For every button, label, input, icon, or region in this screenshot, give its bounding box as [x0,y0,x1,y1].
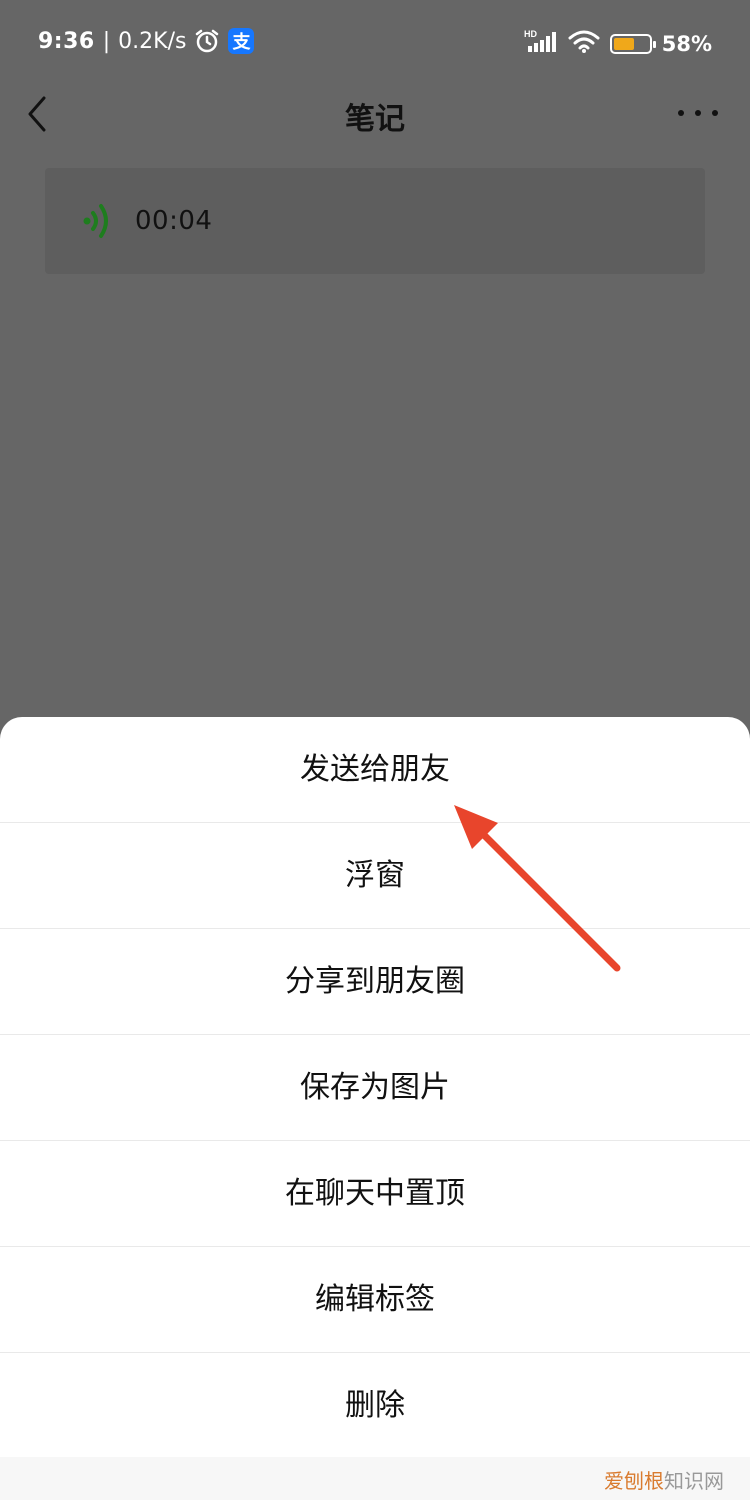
status-right: HD 58% [524,28,712,60]
voice-note-card[interactable]: 00:04 [45,168,705,274]
sheet-item-share-moments[interactable]: 分享到朋友圈 [0,929,750,1035]
action-sheet: 发送给朋友 浮窗 分享到朋友圈 保存为图片 在聊天中置顶 编辑标签 删除 [0,717,750,1500]
wifi-icon [568,28,600,60]
battery-percent: 58% [661,32,712,56]
more-dot [695,110,701,116]
network-speed: 0.2K/s [118,28,187,54]
alipay-icon: 支 [228,28,255,54]
watermark-rest: 知识网 [664,1469,724,1493]
header-bar: 笔记 [0,88,750,138]
status-time: 9:36 [38,28,95,54]
watermark-accent: 爱刨根 [604,1469,664,1493]
more-button[interactable] [678,98,718,128]
battery-icon [609,34,656,54]
sheet-item-pin-in-chat[interactable]: 在聊天中置顶 [0,1141,750,1247]
annotation-arrow-icon [454,805,621,972]
sheet-item-edit-tags[interactable]: 编辑标签 [0,1247,750,1353]
alarm-icon [194,28,220,54]
battery-fill [613,38,634,50]
sheet-item-save-as-image[interactable]: 保存为图片 [0,1035,750,1141]
signal-icon: HD [524,28,558,60]
sheet-item-delete[interactable]: 删除 [0,1353,750,1459]
more-dot [712,110,718,116]
signal-hd-label: HD [524,29,537,39]
voice-wave-icon [81,201,117,245]
page-title: 笔记 [345,102,405,137]
status-left: 9:36 | 0.2K/s 支 [38,28,255,54]
watermark: 爱刨根知识网 [604,1465,724,1494]
status-separator: | [102,28,111,54]
sheet-item-floating-window[interactable]: 浮窗 [0,823,750,929]
voice-duration: 00:04 [135,206,213,236]
more-dot [678,110,684,116]
sheet-item-send-to-friend[interactable]: 发送给朋友 [0,717,750,823]
status-bar: 9:36 | 0.2K/s 支 HD 58% [0,0,750,88]
